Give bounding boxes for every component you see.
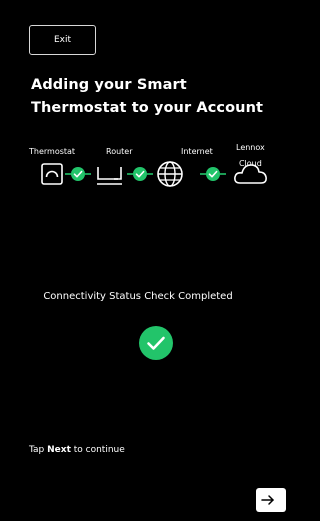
connection-chain bbox=[41, 161, 267, 187]
exit-button[interactable]: Exit bbox=[29, 25, 96, 55]
next-button[interactable] bbox=[256, 488, 286, 512]
hint-prefix: Tap bbox=[29, 445, 45, 455]
check-circle-icon bbox=[139, 326, 173, 360]
link-check-2 bbox=[127, 167, 153, 181]
hint-next: Next bbox=[47, 445, 71, 455]
link-check-1 bbox=[65, 167, 91, 181]
hint-suffix: to continue bbox=[73, 445, 125, 455]
globe-icon bbox=[157, 161, 183, 187]
status-message: Connectivity Status Check Completed bbox=[43, 291, 233, 302]
page-title: Adding your Smart Thermostat to your Acc… bbox=[31, 77, 264, 116]
exit-button-label: Exit bbox=[53, 35, 72, 45]
arrow-right-icon bbox=[261, 495, 274, 505]
link-check-3 bbox=[200, 167, 226, 181]
thermostat-icon bbox=[41, 163, 63, 185]
cloud-icon bbox=[234, 164, 267, 184]
router-icon bbox=[97, 167, 122, 185]
continue-hint: Tap Next to continue bbox=[29, 445, 125, 455]
